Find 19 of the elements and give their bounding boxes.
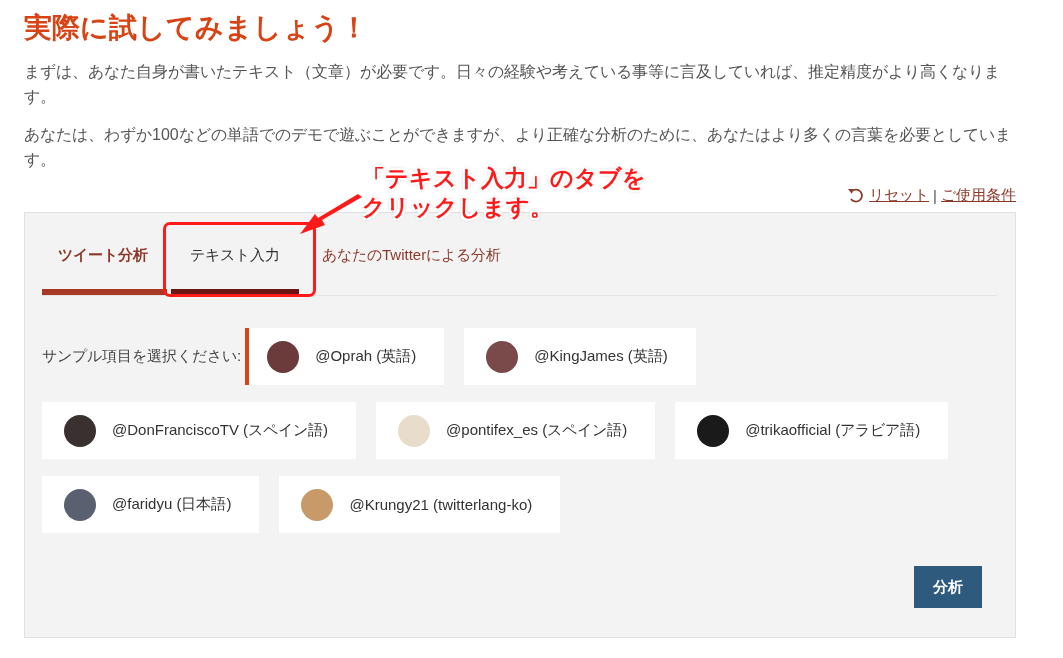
tab[interactable]: テキスト入力 <box>171 239 299 295</box>
sample-chip[interactable]: @Oprah (英語) <box>245 328 445 385</box>
sample-label: サンプル項目を選択ください: <box>42 347 242 366</box>
tab[interactable]: ツイート分析 <box>42 239 167 295</box>
reset-link[interactable]: リセット <box>869 185 930 205</box>
sample-chip[interactable]: @KingJames (英語) <box>464 328 696 385</box>
terms-link[interactable]: ご使用条件 <box>941 185 1016 205</box>
link-separator: | <box>933 186 937 204</box>
sample-chip[interactable]: @DonFranciscoTV (スペイン語) <box>42 402 357 459</box>
callout-text: 「テキスト入力」のタブを クリックします。 <box>362 164 646 222</box>
tab[interactable]: あなたのTwitterによる分析 <box>303 239 521 295</box>
page-heading: 実際に試してみましょう！ <box>24 11 369 45</box>
sample-chip[interactable]: @faridyu (日本語) <box>42 476 260 533</box>
undo-icon[interactable] <box>847 186 866 204</box>
sample-chip[interactable]: @Krungy21 (twitterlang-ko) <box>279 476 561 533</box>
sample-chip[interactable]: @trikaofficial (アラビア語) <box>675 402 949 459</box>
analyze-button[interactable]: 分析 <box>914 566 982 608</box>
paragraph: まずは、あなた自身が書いたテキスト（文章）が必要です。日々の経験や考えている事等に言及していれば、推定精度がより高くなります。 <box>24 62 1001 107</box>
sample-chip[interactable]: @pontifex_es (スペイン語) <box>376 402 656 459</box>
